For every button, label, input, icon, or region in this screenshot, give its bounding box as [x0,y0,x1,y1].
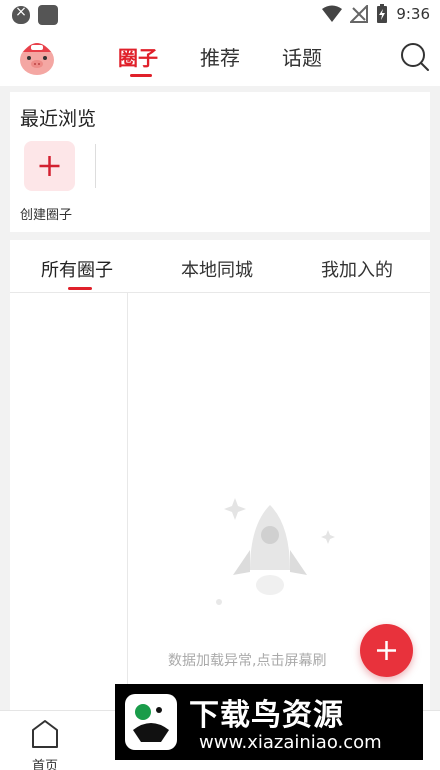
create-circle-label: 创建圈子 [20,208,73,223]
bird-logo [125,694,177,750]
wifi-icon [322,5,343,22]
tab-local-city[interactable]: 本地同城 [181,256,253,282]
create-circle-button[interactable] [24,141,75,191]
divider [95,144,96,188]
top-nav: 圈子 推荐 话题 [0,30,440,86]
recent-section: 最近浏览 创建圈子 [10,92,430,232]
shield-icon [12,4,30,24]
nav-home-label: 首页 [31,759,58,770]
watermark-url: www.xiazainiao.com [199,732,382,753]
home-icon [32,720,58,748]
add-fab-button[interactable] [360,624,413,677]
app-notification-icon [38,5,58,25]
plus-icon [39,156,60,176]
load-error-message[interactable]: 数据加载异常,点击屏幕刷 [168,650,326,670]
nav-home[interactable]: 首页 [22,717,68,770]
battery-charging-icon [377,4,388,23]
category-column-divider [127,292,128,710]
active-tab-indicator [130,74,152,77]
watermark-overlay: 下载鸟资源 www.xiazainiao.com [115,684,423,760]
tab-circles[interactable]: 圈子 [118,42,158,71]
active-subtab-indicator [68,287,92,290]
rocket-illustration [216,498,335,605]
search-icon[interactable] [400,42,430,72]
watermark-title: 下载鸟资源 [189,698,344,733]
status-bar: 9:36 [0,0,440,30]
divider [10,292,430,293]
tab-joined[interactable]: 我加入的 [321,256,393,282]
no-signal-icon [350,5,369,23]
tab-all-circles[interactable]: 所有圈子 [41,256,113,282]
tab-recommended[interactable]: 推荐 [200,42,240,71]
clock: 9:36 [396,5,430,23]
tab-topics[interactable]: 话题 [282,42,322,71]
section-title: 最近浏览 [20,108,97,130]
plus-icon [377,641,396,660]
mascot-avatar[interactable] [16,36,58,78]
